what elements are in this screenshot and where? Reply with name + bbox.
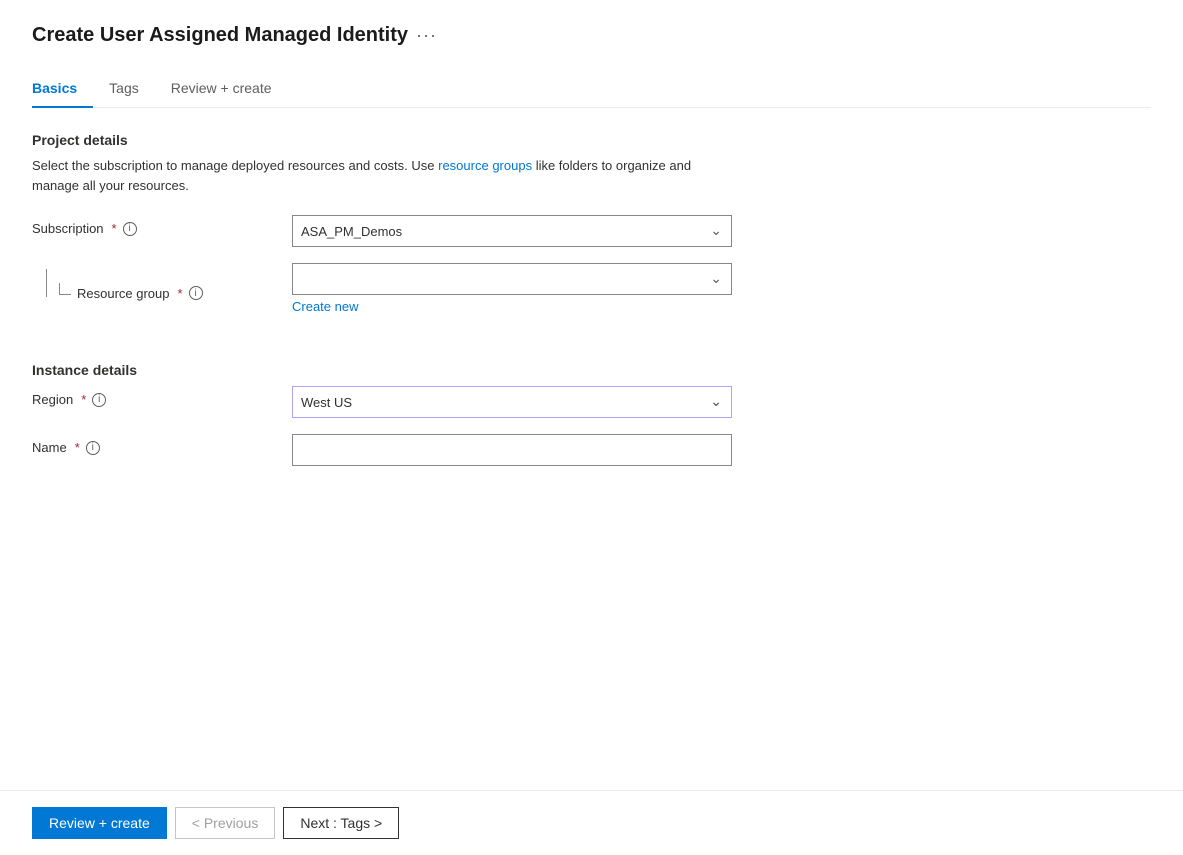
- name-row: Name * i: [32, 434, 1151, 466]
- name-input[interactable]: [292, 434, 732, 466]
- ellipsis-menu-icon[interactable]: ···: [416, 25, 437, 46]
- tab-tags[interactable]: Tags: [109, 72, 155, 108]
- name-info-icon[interactable]: i: [86, 441, 100, 455]
- instance-details-section: Instance details Region * i West US East…: [32, 362, 1151, 482]
- name-label: Name: [32, 440, 67, 455]
- tab-basics[interactable]: Basics: [32, 72, 93, 108]
- subscription-row: Subscription * i ASA_PM_Demos: [32, 215, 1151, 247]
- previous-button[interactable]: < Previous: [175, 807, 276, 839]
- subscription-control: ASA_PM_Demos: [292, 215, 732, 247]
- name-required: *: [75, 440, 80, 455]
- project-details-description: Select the subscription to manage deploy…: [32, 156, 712, 195]
- resource-group-required: *: [178, 286, 183, 301]
- subscription-info-icon[interactable]: i: [123, 222, 137, 236]
- instance-details-heading: Instance details: [32, 362, 1151, 378]
- tab-bar: Basics Tags Review + create: [32, 71, 1151, 108]
- region-required: *: [81, 392, 86, 407]
- subscription-label: Subscription: [32, 221, 104, 236]
- resource-group-info-icon[interactable]: i: [189, 286, 203, 300]
- tab-review-create[interactable]: Review + create: [171, 72, 288, 108]
- name-control: [292, 434, 732, 466]
- resource-group-select[interactable]: [292, 263, 732, 295]
- region-label: Region: [32, 392, 73, 407]
- bottom-bar: Review + create < Previous Next : Tags >: [0, 790, 1183, 855]
- subscription-select[interactable]: ASA_PM_Demos: [292, 215, 732, 247]
- region-select[interactable]: West US East US East US 2 West Europe No…: [292, 386, 732, 418]
- region-info-icon[interactable]: i: [92, 393, 106, 407]
- page-title: Create User Assigned Managed Identity: [32, 24, 408, 47]
- project-details-heading: Project details: [32, 132, 1151, 148]
- resource-groups-link[interactable]: resource groups: [438, 158, 532, 173]
- review-create-button[interactable]: Review + create: [32, 807, 167, 839]
- create-new-resource-group-link[interactable]: Create new: [292, 299, 358, 314]
- project-details-section: Project details Select the subscription …: [32, 132, 1151, 330]
- next-tags-button[interactable]: Next : Tags >: [283, 807, 399, 839]
- region-row: Region * i West US East US East US 2 Wes…: [32, 386, 1151, 418]
- resource-group-label: Resource group: [77, 286, 170, 301]
- region-control: West US East US East US 2 West Europe No…: [292, 386, 732, 418]
- subscription-required: *: [112, 221, 117, 236]
